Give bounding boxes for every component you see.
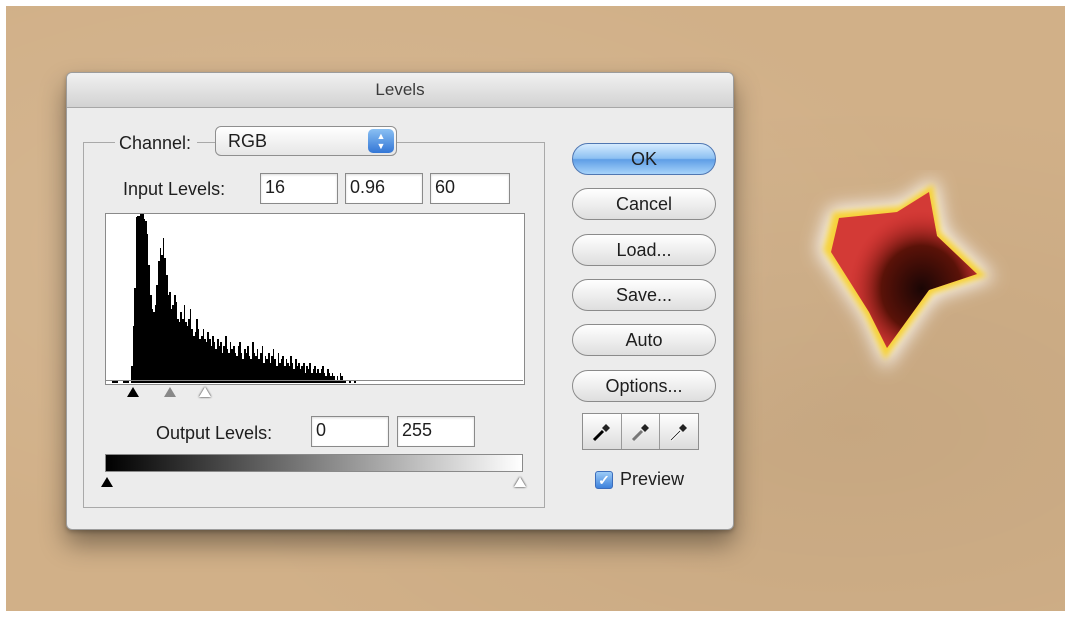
dialog-title: Levels: [67, 73, 733, 108]
input-black-slider-handle[interactable]: [127, 387, 139, 397]
load-button[interactable]: Load...: [572, 234, 716, 266]
input-white-field[interactable]: 60: [430, 173, 510, 204]
input-gamma-slider-handle[interactable]: [164, 387, 176, 397]
black-eyedropper-icon[interactable]: [583, 414, 622, 449]
options-button[interactable]: Options...: [572, 370, 716, 402]
star-shape-image: [817, 178, 995, 370]
levels-dialog: Levels Channel: RGB ▲ ▼ Input Levels: 16 …: [66, 72, 734, 530]
output-gradient-bar: [105, 454, 523, 472]
channel-select[interactable]: RGB ▲ ▼: [215, 126, 397, 156]
output-black-slider-handle[interactable]: [101, 477, 113, 487]
input-black-field[interactable]: 16: [260, 173, 338, 204]
input-gamma-field[interactable]: 0.96: [345, 173, 423, 204]
channel-label: Channel:: [115, 133, 198, 154]
output-white-field[interactable]: 255: [397, 416, 475, 447]
preview-label: Preview: [620, 469, 685, 489]
gray-eyedropper-icon[interactable]: [622, 414, 661, 449]
histogram-bars: [107, 214, 523, 383]
eyedropper-group: [582, 413, 699, 450]
histogram: [105, 213, 525, 385]
preview-checkbox[interactable]: ✓: [595, 471, 613, 489]
histogram-bar: [116, 381, 119, 383]
output-black-field[interactable]: 0: [311, 416, 389, 447]
white-eyedropper-icon[interactable]: [660, 414, 698, 449]
input-levels-label: Input Levels:: [123, 179, 226, 199]
select-arrows-icon: ▲ ▼: [368, 129, 394, 153]
auto-button[interactable]: Auto: [572, 324, 716, 356]
output-levels-label: Output Levels:: [156, 423, 273, 443]
save-button[interactable]: Save...: [572, 279, 716, 311]
input-slider-track: [105, 380, 523, 381]
channel-select-value: RGB: [228, 131, 268, 151]
ok-button[interactable]: OK: [572, 143, 716, 175]
cancel-button[interactable]: Cancel: [572, 188, 716, 220]
input-white-slider-handle[interactable]: [199, 387, 211, 397]
output-white-slider-handle[interactable]: [514, 477, 526, 487]
